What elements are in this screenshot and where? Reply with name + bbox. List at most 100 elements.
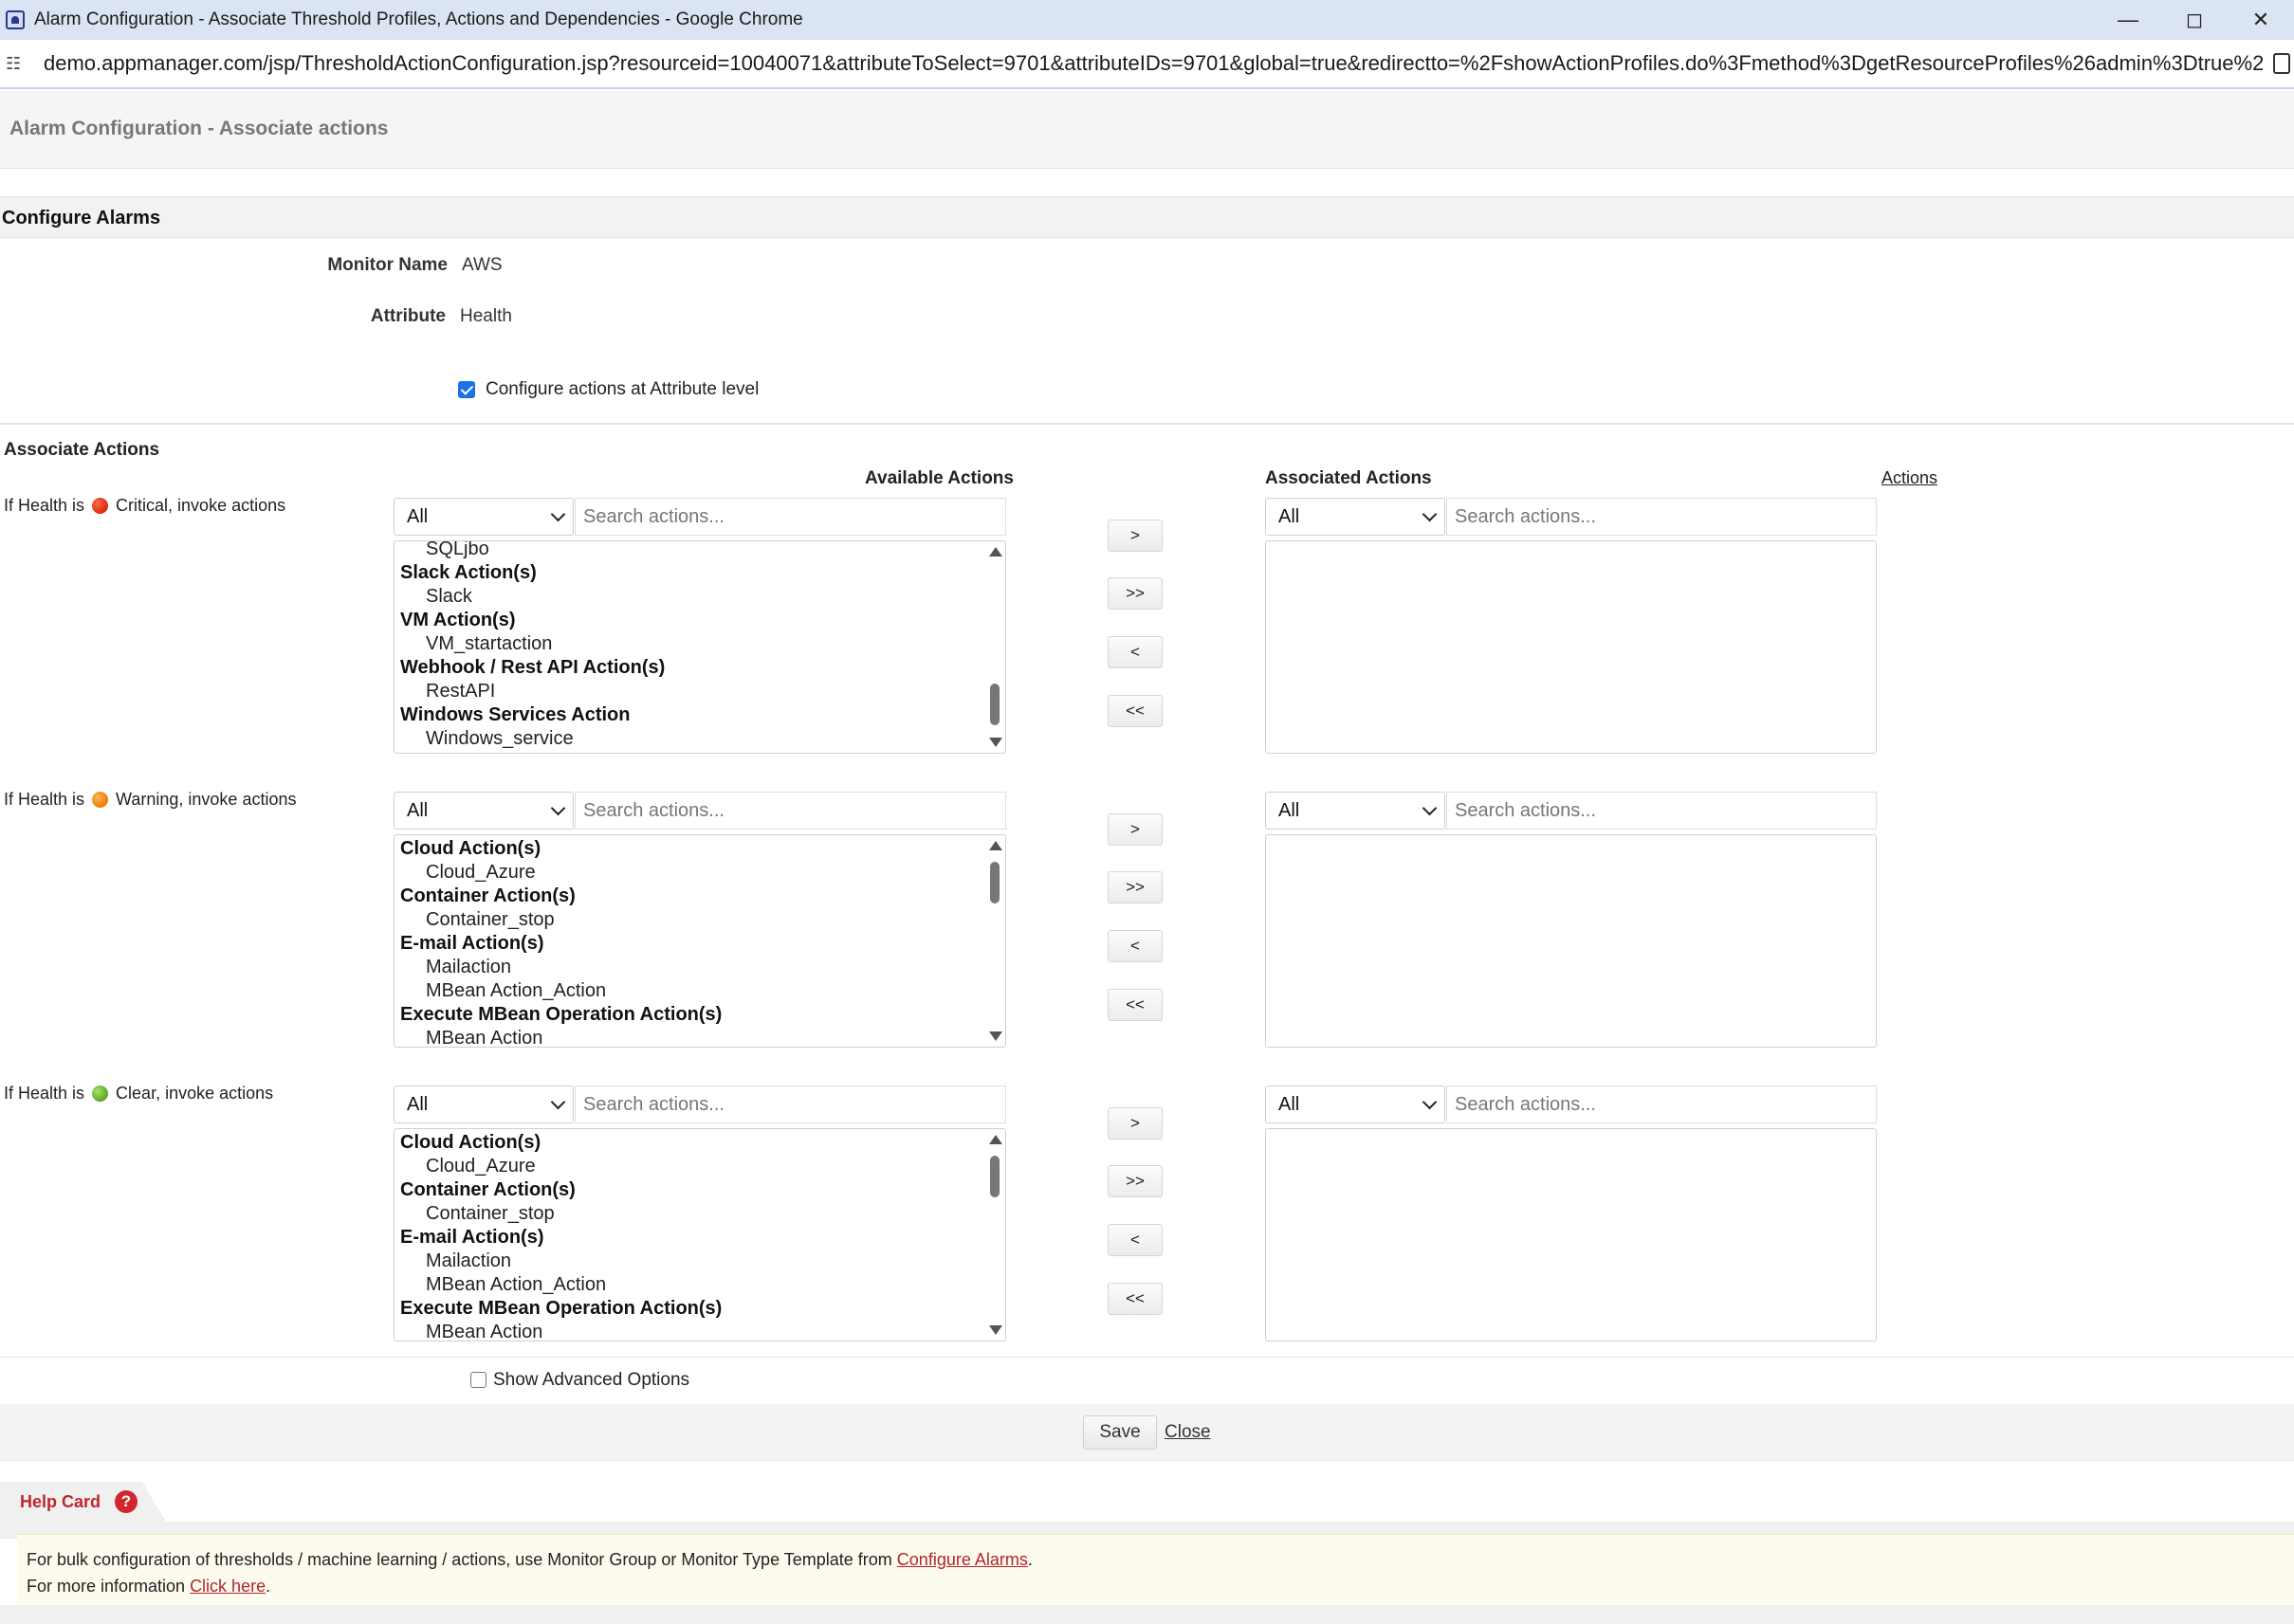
close-window-icon[interactable]: ✕ <box>2228 0 2294 40</box>
close-link[interactable]: Close <box>1165 1422 1211 1443</box>
attribute-level-checkbox[interactable] <box>458 381 475 398</box>
action-option[interactable]: Mailaction <box>400 1250 984 1273</box>
critical-available-search-input[interactable]: Search actions... <box>575 498 1006 536</box>
warning-associated-filter-select[interactable]: All <box>1265 792 1445 830</box>
url-field[interactable]: demo.appmanager.com/jsp/ThresholdActionC… <box>44 51 2263 76</box>
critical-available-actions-list[interactable]: SQLjbo Slack Action(s) Slack VM Action(s) VM… <box>394 540 1006 754</box>
clear-available-filter-select[interactable]: All <box>394 1086 574 1123</box>
action-group-label: Cloud Action(s) <box>400 1132 541 1153</box>
warning-status-icon <box>92 792 109 808</box>
action-option[interactable]: Slack <box>400 585 984 609</box>
window-title: Alarm Configuration - Associate Threshol… <box>34 9 803 29</box>
address-bar: ☷ demo.appmanager.com/jsp/ThresholdActio… <box>0 40 2294 89</box>
action-option[interactable]: Container_stop <box>400 908 984 932</box>
configure-alarms-section: Configure Alarms <box>0 196 2294 238</box>
critical-row-label: If Health is Critical, invoke actions <box>4 496 285 516</box>
action-option[interactable]: Windows_service <box>400 727 984 751</box>
page-title: Alarm Configuration - Associate actions <box>9 118 389 139</box>
help-line-1: For bulk configuration of thresholds / m… <box>27 1550 1033 1569</box>
maximize-icon[interactable]: ◻ <box>2161 0 2228 40</box>
site-settings-icon[interactable]: ☷ <box>6 54 32 74</box>
action-option[interactable]: RestAPI <box>400 680 984 703</box>
action-option[interactable]: MBean Action_Action <box>400 979 984 1003</box>
clear-associated-actions-list[interactable] <box>1265 1128 1877 1341</box>
scroll-down-icon[interactable] <box>989 1325 1002 1335</box>
warning-add-button[interactable]: > <box>1108 813 1163 846</box>
show-advanced-checkbox[interactable] <box>470 1372 486 1388</box>
scroll-up-icon[interactable] <box>989 547 1002 557</box>
actions-link[interactable]: Actions <box>1881 468 1937 488</box>
action-group-label: Container Action(s) <box>400 885 576 906</box>
list-scrollbar[interactable] <box>984 541 1005 753</box>
minimize-icon[interactable]: — <box>2095 0 2161 40</box>
action-group-label: E-mail Action(s) <box>400 1227 544 1248</box>
question-icon[interactable]: ? <box>115 1490 138 1513</box>
action-option[interactable]: Cloud_Azure <box>400 861 984 885</box>
row-prefix: If Health is <box>4 1084 85 1103</box>
critical-associated-search-input[interactable]: Search actions... <box>1446 498 1877 536</box>
attribute-value: Health <box>460 306 512 326</box>
critical-remove-all-button[interactable]: << <box>1108 695 1163 727</box>
warning-associated-actions-list[interactable] <box>1265 834 1877 1048</box>
warning-available-search-input[interactable]: Search actions... <box>575 792 1006 830</box>
action-group-label: E-mail Action(s) <box>400 933 544 954</box>
monitor-name-value: AWS <box>462 255 503 275</box>
scroll-thumb[interactable] <box>990 1156 1000 1197</box>
page-action-icon[interactable] <box>2273 53 2290 74</box>
help-card-title: Help Card <box>20 1492 101 1511</box>
attribute-label: Attribute <box>370 306 446 326</box>
clear-associated-filter-select[interactable]: All <box>1265 1086 1445 1123</box>
scroll-up-icon[interactable] <box>989 1135 1002 1144</box>
action-option[interactable]: MBean Action <box>400 1027 984 1047</box>
associate-actions-title: Associate Actions <box>4 440 160 460</box>
clear-available-search-input[interactable]: Search actions... <box>575 1086 1006 1123</box>
help-card-body: For bulk configuration of thresholds / m… <box>17 1534 2294 1605</box>
action-option[interactable]: Cloud_Azure <box>400 1155 984 1178</box>
action-option[interactable]: MBean Action_Action <box>400 1273 984 1297</box>
warning-remove-button[interactable]: < <box>1108 930 1163 962</box>
list-scrollbar[interactable] <box>984 1129 1005 1341</box>
list-scrollbar[interactable] <box>984 835 1005 1047</box>
action-option[interactable]: Container_stop <box>400 1202 984 1226</box>
section-title: Configure Alarms <box>2 208 161 228</box>
action-option[interactable]: MBean Action <box>400 1321 984 1341</box>
clear-associated-search-input[interactable]: Search actions... <box>1446 1086 1877 1123</box>
action-option[interactable]: SQLjbo <box>400 541 984 561</box>
click-here-link[interactable]: Click here <box>190 1577 266 1596</box>
warning-associated-search-input[interactable]: Search actions... <box>1446 792 1877 830</box>
section-divider <box>0 423 2294 425</box>
warning-remove-all-button[interactable]: << <box>1108 989 1163 1021</box>
action-option[interactable]: VM_startaction <box>400 632 984 656</box>
critical-add-button[interactable]: > <box>1108 520 1163 552</box>
associated-actions-header: Associated Actions <box>1265 468 1432 488</box>
scroll-thumb[interactable] <box>990 862 1000 903</box>
warning-available-filter-select[interactable]: All <box>394 792 574 830</box>
clear-remove-all-button[interactable]: << <box>1108 1283 1163 1315</box>
action-option[interactable]: Mailaction <box>400 956 984 979</box>
advanced-options-bar: Show Advanced Options <box>0 1357 2294 1404</box>
scroll-down-icon[interactable] <box>989 738 1002 747</box>
warning-row-label: If Health is Warning, invoke actions <box>4 790 296 810</box>
warning-add-all-button[interactable]: >> <box>1108 871 1163 903</box>
row-severity: Clear, invoke actions <box>116 1084 274 1103</box>
monitor-name-label: Monitor Name <box>327 255 448 275</box>
critical-available-filter-select[interactable]: All <box>394 498 574 536</box>
scroll-down-icon[interactable] <box>989 1031 1002 1041</box>
clear-add-button[interactable]: > <box>1108 1107 1163 1140</box>
configure-alarms-link[interactable]: Configure Alarms <box>897 1550 1028 1569</box>
warning-available-actions-list[interactable]: Cloud Action(s) Cloud_Azure Container Acti… <box>394 834 1006 1048</box>
action-group-label: Container Action(s) <box>400 1179 576 1200</box>
scroll-thumb[interactable] <box>990 684 1000 725</box>
clear-available-actions-list[interactable]: Cloud Action(s) Cloud_Azure Container Acti… <box>394 1128 1006 1341</box>
critical-remove-button[interactable]: < <box>1108 636 1163 668</box>
clear-add-all-button[interactable]: >> <box>1108 1165 1163 1197</box>
scroll-up-icon[interactable] <box>989 841 1002 850</box>
critical-associated-actions-list[interactable] <box>1265 540 1877 754</box>
save-button[interactable]: Save <box>1083 1415 1157 1450</box>
clear-remove-button[interactable]: < <box>1108 1224 1163 1256</box>
help-card-tab: Help Card ? <box>0 1482 166 1522</box>
critical-add-all-button[interactable]: >> <box>1108 577 1163 610</box>
show-advanced-label: Show Advanced Options <box>493 1370 690 1390</box>
critical-associated-filter-select[interactable]: All <box>1265 498 1445 536</box>
available-actions-header: Available Actions <box>865 468 1014 488</box>
